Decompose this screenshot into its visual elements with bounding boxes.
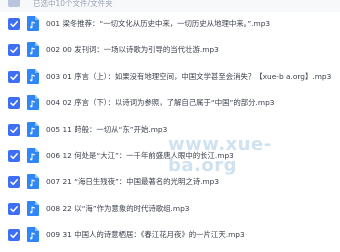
audio-file-icon [27,68,39,84]
audio-file-icon [27,16,39,31]
file-row[interactable]: 008 22 以“海”作为意象的时代诗歌组.mp3 [0,197,340,224]
file-name[interactable]: 006 12 何处是“大江”：一千年前盛唐人眼中的长江.mp3 [46,144,234,168]
select-all-checkbox[interactable] [8,0,20,7]
file-name[interactable]: 001 梁冬推荐：“一切文化从历史中来，一切历史从地理中来。”.mp3 [46,12,270,36]
audio-file-icon [27,121,39,137]
check-icon [10,73,18,80]
audio-file-icon [27,174,39,190]
file-row[interactable]: 001 梁冬推荐：“一切文化从历史中来，一切历史从地理中来。”.mp3 [0,12,340,39]
file-name[interactable]: 008 22 以“海”作为意象的时代诗歌组.mp3 [46,197,190,221]
audio-file-icon [27,42,39,58]
audio-file-icon [27,148,39,163]
check-icon [10,100,18,107]
check-icon [10,232,18,239]
check-icon [10,179,18,186]
file-name[interactable]: 002 00 发刊词：一场以诗歌为引导的当代壮游.mp3 [46,38,219,62]
check-icon [10,153,18,160]
file-checkbox[interactable] [8,97,20,110]
file-row[interactable]: 007 21 “海日生残夜”：中国最著名的光明之诗.mp3 [0,170,340,197]
file-checkbox[interactable] [8,150,20,162]
file-checkbox[interactable] [8,18,20,30]
audio-file-icon [27,227,39,243]
file-row[interactable]: 009 31 中国人的诗意栖居：《春江花月夜》的一片江天.mp3 [0,223,340,250]
file-row[interactable]: 002 00 发刊词：一场以诗歌为引导的当代壮游.mp3 [0,38,340,65]
check-icon [10,205,18,212]
check-icon [10,21,18,28]
file-checkbox[interactable] [8,70,20,83]
check-icon [10,126,18,133]
selection-header: 已选中10个文件/文件夹 [0,0,340,12]
file-checkbox[interactable] [8,123,20,136]
audio-file-icon [27,95,39,111]
file-name[interactable]: 005 11 莳般：一切从“东”开始.mp3 [46,118,167,142]
file-row[interactable]: 005 11 莳般：一切从“东”开始.mp3 [0,118,340,145]
file-checkbox[interactable] [8,176,20,189]
file-checkbox[interactable] [8,202,20,215]
file-name[interactable]: 004 02 序言（下）：以诗词为参照，了解自己属于“中国”的部分.mp3 [46,91,275,115]
file-checkbox[interactable] [8,229,20,242]
file-row[interactable]: 003 01 序言（上）：如果没有地理空间，中国文学甚至会消失？【xue-b a… [0,65,340,92]
file-name[interactable]: 009 31 中国人的诗意栖居：《春江花月夜》的一片江天.mp3 [46,223,245,247]
file-row[interactable]: 004 02 序言（下）：以诗词为参照，了解自己属于“中国”的部分.mp3 [0,91,340,118]
file-name[interactable]: 007 21 “海日生残夜”：中国最著名的光明之诗.mp3 [46,170,219,194]
audio-file-icon [27,200,39,216]
check-icon [10,47,18,54]
selection-count-text: 已选中10个文件/文件夹 [33,0,113,8]
file-row[interactable]: 006 12 何处是“大江”：一千年前盛唐人眼中的长江.mp3 [0,144,340,171]
file-checkbox[interactable] [8,44,20,57]
file-name[interactable]: 003 01 序言（上）：如果没有地理空间，中国文学甚至会消失？【xue-b a… [46,65,331,89]
